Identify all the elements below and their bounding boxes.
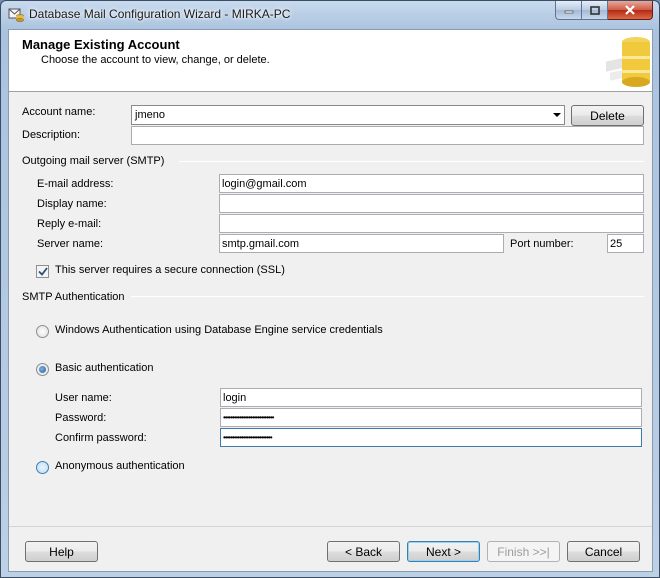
checkmark-icon <box>37 267 48 276</box>
account-name-dropdown[interactable]: jmeno <box>131 105 565 125</box>
ssl-label: This server requires a secure connection… <box>55 264 285 276</box>
anonymous-auth-radio[interactable] <box>36 461 49 474</box>
basic-auth-label: Basic authentication <box>55 362 154 374</box>
server-name-label: Server name: <box>37 238 104 250</box>
window-title: Database Mail Configuration Wizard - MIR… <box>29 7 291 21</box>
title-bar[interactable]: Database Mail Configuration Wizard - MIR… <box>1 1 659 29</box>
ssl-checkbox[interactable] <box>36 265 49 278</box>
database-mail-icon <box>8 8 24 22</box>
page-title: Manage Existing Account <box>22 37 180 52</box>
user-name-label: User name: <box>55 392 112 404</box>
page-subtitle: Choose the account to view, change, or d… <box>41 54 270 66</box>
caption-buttons <box>555 1 653 21</box>
basic-auth-radio[interactable] <box>36 363 49 376</box>
wizard-client-area: Manage Existing Account Choose the accou… <box>8 29 653 572</box>
port-number-input[interactable] <box>607 234 644 253</box>
user-name-input[interactable] <box>220 388 642 407</box>
next-button[interactable]: Next > <box>407 541 480 562</box>
smtp-auth-group-divider <box>131 296 644 297</box>
maximize-button[interactable] <box>582 1 608 20</box>
smtp-auth-group-label: SMTP Authentication <box>22 291 125 303</box>
email-address-input[interactable] <box>219 174 644 193</box>
footer-divider <box>9 526 652 527</box>
description-input[interactable] <box>131 126 644 145</box>
account-name-value: jmeno <box>135 109 165 121</box>
close-button[interactable] <box>608 1 653 20</box>
confirm-password-input[interactable] <box>220 428 642 447</box>
minimize-button[interactable] <box>555 1 582 20</box>
anonymous-auth-label: Anonymous authentication <box>55 460 185 472</box>
finish-button[interactable]: Finish >>| <box>487 541 560 562</box>
help-button[interactable]: Help <box>25 541 98 562</box>
email-address-label: E-mail address: <box>37 178 114 190</box>
account-name-label: Account name: <box>22 106 96 118</box>
maximize-icon <box>589 5 600 15</box>
password-label: Password: <box>55 412 107 424</box>
display-name-label: Display name: <box>37 198 107 210</box>
smtp-group-divider <box>179 161 644 162</box>
close-icon <box>625 5 635 15</box>
reply-email-label: Reply e-mail: <box>37 218 102 230</box>
port-number-label: Port number: <box>510 238 574 250</box>
smtp-group-label: Outgoing mail server (SMTP) <box>22 155 165 167</box>
reply-email-input[interactable] <box>219 214 644 233</box>
minimize-icon <box>564 10 573 14</box>
cancel-button[interactable]: Cancel <box>567 541 640 562</box>
delete-button[interactable]: Delete <box>571 105 644 126</box>
description-label: Description: <box>22 129 81 141</box>
back-button[interactable]: < Back <box>327 541 400 562</box>
confirm-password-label: Confirm password: <box>55 432 147 444</box>
wizard-window: Database Mail Configuration Wizard - MIR… <box>0 0 660 578</box>
server-name-input[interactable] <box>219 234 504 253</box>
windows-auth-radio[interactable] <box>36 325 49 338</box>
windows-auth-label: Windows Authentication using Database En… <box>55 324 383 336</box>
display-name-input[interactable] <box>219 194 644 213</box>
database-mail-header-icon <box>606 37 650 87</box>
password-input[interactable] <box>220 408 642 427</box>
chevron-down-icon <box>553 113 561 117</box>
wizard-header: Manage Existing Account Choose the accou… <box>9 30 652 92</box>
